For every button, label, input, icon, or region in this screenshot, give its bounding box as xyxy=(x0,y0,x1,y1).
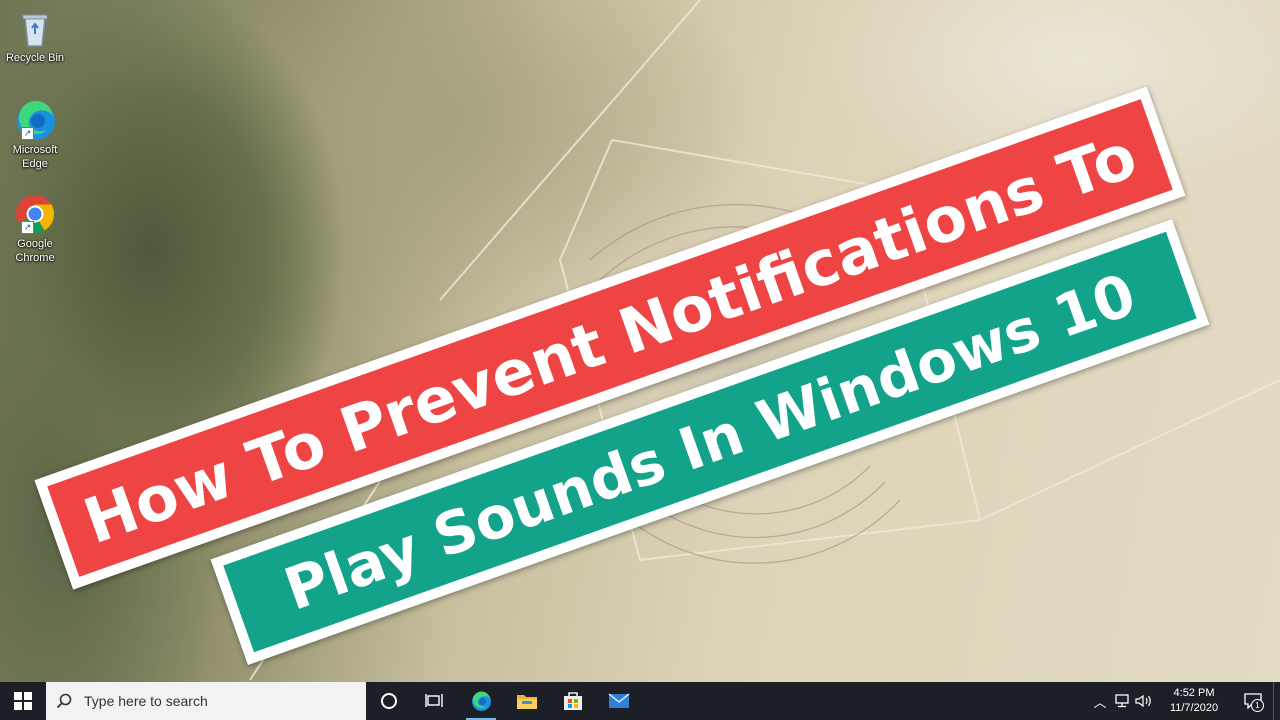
search-icon xyxy=(56,693,72,709)
action-center-button[interactable]: 1 xyxy=(1233,682,1273,720)
taskbar-clock[interactable]: 4:52 PM 11/7/2020 xyxy=(1161,686,1227,716)
file-explorer-icon xyxy=(517,695,537,709)
edge-icon: ↗ xyxy=(13,98,57,142)
store-icon xyxy=(564,692,582,710)
notification-count-badge: 1 xyxy=(1251,699,1264,712)
mail-icon xyxy=(608,693,630,708)
search-input[interactable] xyxy=(82,692,346,710)
system-tray: ︿ 4:52 PM 11/7/2020 1 xyxy=(1089,682,1280,720)
clock-date: 11/7/2020 xyxy=(1169,702,1219,714)
taskbar: ︿ 4:52 PM 11/7/2020 1 xyxy=(0,682,1280,720)
taskbar-search-box[interactable] xyxy=(46,682,366,720)
taskbar-mail-button[interactable] xyxy=(596,682,642,720)
taskbar-store-button[interactable] xyxy=(550,682,596,720)
task-view-icon xyxy=(425,694,443,707)
cortana-icon xyxy=(381,693,397,709)
edge-icon xyxy=(472,691,491,711)
desktop-icon-google-chrome[interactable]: ↗ Google Chrome xyxy=(2,192,68,265)
volume-button[interactable] xyxy=(1133,682,1155,720)
recycle-bin-label: Recycle Bin xyxy=(5,52,65,64)
network-button[interactable] xyxy=(1111,682,1133,720)
desktop-icon-microsoft-edge[interactable]: ↗ Microsoft Edge xyxy=(2,98,68,171)
desktop: Recycle Bin ↗ Microsoft Edge ↗ Google Ch… xyxy=(0,0,1280,682)
taskbar-edge-button[interactable] xyxy=(458,682,504,720)
show-hidden-icons-button[interactable]: ︿ xyxy=(1089,682,1111,720)
taskbar-file-explorer-button[interactable] xyxy=(504,682,550,720)
chrome-icon: ↗ xyxy=(13,192,57,236)
microsoft-edge-label: Microsoft Edge xyxy=(12,144,58,170)
windows-logo-icon xyxy=(14,692,32,710)
show-desktop-button[interactable] xyxy=(1273,682,1280,720)
clock-time: 4:52 PM xyxy=(1173,687,1215,699)
shortcut-arrow-icon: ↗ xyxy=(21,221,34,234)
google-chrome-label: Google Chrome xyxy=(15,238,55,264)
chevron-up-icon: ︿ xyxy=(1093,694,1107,710)
network-icon xyxy=(1115,694,1129,708)
task-view-button[interactable] xyxy=(412,682,458,720)
shortcut-arrow-icon: ↗ xyxy=(21,127,34,140)
start-button[interactable] xyxy=(0,682,46,720)
cortana-button[interactable] xyxy=(366,682,412,720)
speaker-icon xyxy=(1135,694,1151,708)
desktop-icon-recycle-bin[interactable]: Recycle Bin xyxy=(2,6,68,65)
recycle-bin-icon xyxy=(13,6,57,50)
